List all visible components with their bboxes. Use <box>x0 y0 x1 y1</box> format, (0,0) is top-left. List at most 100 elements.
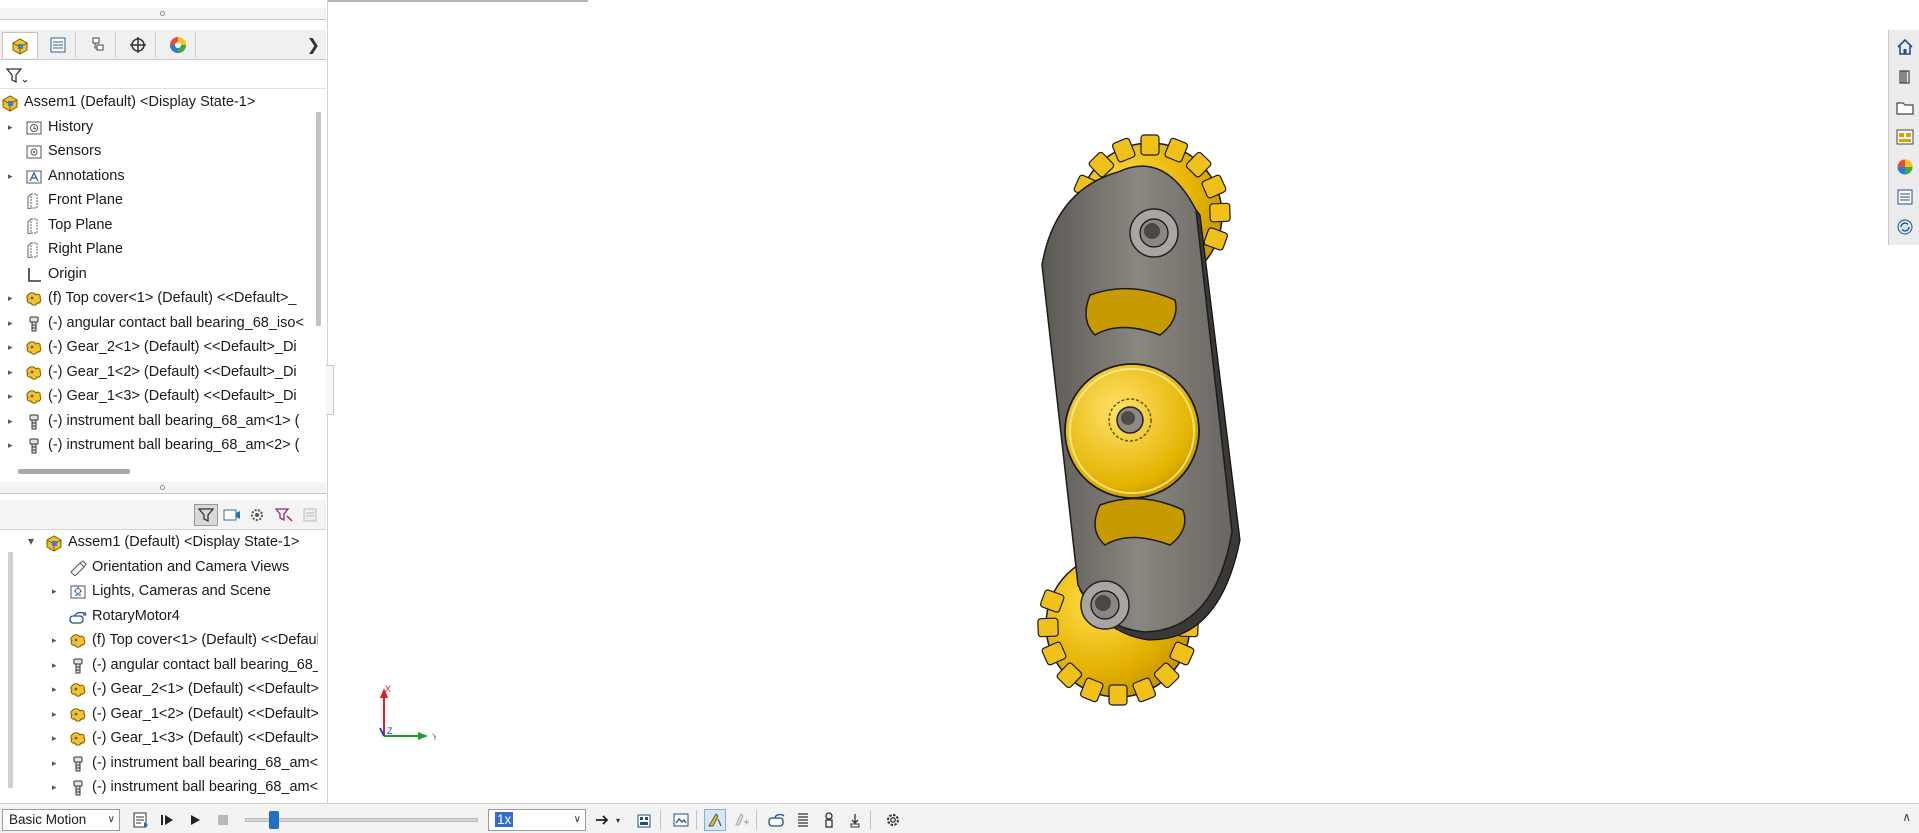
gravity-button[interactable] <box>844 809 866 831</box>
tree-item[interactable]: ▸ (-) angular contact ball bearing_68_iso… <box>0 312 318 336</box>
motion-tree-vscroll[interactable] <box>8 552 13 788</box>
spring-button[interactable] <box>792 809 814 831</box>
tree-item[interactable]: Sensors <box>0 140 318 164</box>
view-triad[interactable]: X Y Z <box>376 684 436 744</box>
tree-item[interactable]: ▸ (-) Gear_1<3> (Default) <<Default>_Di <box>0 385 318 409</box>
expand-arrow-icon[interactable]: ▸ <box>8 367 18 377</box>
expand-arrow-icon[interactable]: ▸ <box>52 684 62 694</box>
tree-item[interactable]: ▸ (-) instrument ball bearing_68_am<1> ( <box>0 410 318 434</box>
tree-item[interactable]: Origin <box>0 263 318 287</box>
rotary-motor-icon <box>68 607 88 627</box>
expand-arrow-icon[interactable]: ▸ <box>52 709 62 719</box>
expand-arrow-icon[interactable]: ▸ <box>8 342 18 352</box>
playback-slider-thumb[interactable] <box>269 811 279 829</box>
design-library-icon[interactable] <box>1894 66 1916 88</box>
collapse-arrow-icon[interactable]: ▾ <box>28 534 38 548</box>
expand-arrow-icon[interactable]: ▸ <box>52 782 62 792</box>
panel-splitter-mid[interactable] <box>0 482 326 494</box>
chevron-down-icon: ∨ <box>573 814 581 825</box>
motion-study-properties-button[interactable] <box>882 809 904 831</box>
tree-item[interactable]: Orientation and Camera Views <box>0 556 318 580</box>
expand-arrow-icon[interactable]: ▸ <box>8 293 18 303</box>
tree-item[interactable]: ▸ (f) Top cover<1> (Default) <<Default> <box>0 629 318 653</box>
tree-item[interactable]: ▸ (f) Top cover<1> (Default) <<Default>_ <box>0 287 318 311</box>
tab-property-manager[interactable] <box>40 32 76 58</box>
expand-arrow-icon[interactable]: ▸ <box>8 416 18 426</box>
play-button[interactable] <box>184 809 206 831</box>
tree-item[interactable]: ▸ (-) Gear_1<3> (Default) <<Default> <box>0 727 318 751</box>
tree-root-item[interactable]: Assem1 (Default) <Display State-1> <box>0 91 318 115</box>
view-palette-icon[interactable] <box>1894 126 1916 148</box>
animation-wizard-button[interactable] <box>670 809 692 831</box>
tab-dimxpert-manager[interactable] <box>120 32 156 58</box>
tree-item[interactable]: ▸ (-) Gear_1<2> (Default) <<Default> <box>0 703 318 727</box>
panel-splitter-top[interactable] <box>0 8 326 20</box>
tab-configuration-manager[interactable] <box>80 32 116 58</box>
motor-icon <box>768 813 785 827</box>
tree-item[interactable]: ▸ (-) Gear_1<2> (Default) <<Default>_Di <box>0 361 318 385</box>
feature-tree-vscroll[interactable] <box>316 112 321 326</box>
tab-feature-manager[interactable] <box>2 32 38 58</box>
tree-item[interactable]: ▸ (-) angular contact ball bearing_68_ <box>0 654 318 678</box>
home-icon[interactable] <box>1894 36 1916 58</box>
tree-root-item[interactable]: ▾ Assem1 (Default) <Display State-1> <box>0 531 318 555</box>
collapse-chevron-icon[interactable]: ∧ <box>1902 810 1911 824</box>
playback-speed-select[interactable]: 1x ∨ <box>488 809 586 831</box>
tab-display-manager[interactable] <box>160 32 196 58</box>
tree-item[interactable]: ▸ Lights, Cameras and Scene <box>0 580 318 604</box>
filter-selected-button[interactable] <box>272 504 296 526</box>
study-type-select[interactable]: Basic Motion ∨ <box>2 809 120 831</box>
stop-button[interactable] <box>212 809 234 831</box>
tree-filter-row[interactable] <box>0 61 326 89</box>
expand-arrow-icon[interactable]: ▸ <box>8 318 18 328</box>
expand-arrow-icon[interactable]: ▸ <box>8 122 18 132</box>
save-animation-button[interactable] <box>634 809 656 831</box>
splitter-grip[interactable] <box>160 11 165 16</box>
tab-overflow-arrow-icon[interactable]: ❯ <box>307 35 320 55</box>
add-key-button[interactable] <box>730 809 752 831</box>
playback-mode-dropdown[interactable]: ▾ <box>612 809 624 831</box>
file-explorer-icon[interactable] <box>1894 96 1916 118</box>
calculate-button[interactable] <box>130 809 152 831</box>
feature-tree-hscroll[interactable] <box>18 469 130 474</box>
tree-item[interactable]: Front Plane <box>0 189 318 213</box>
expand-arrow-icon[interactable]: ▸ <box>8 171 18 181</box>
expand-arrow-icon[interactable]: ▸ <box>52 586 62 596</box>
tree-item[interactable]: ▸Top cover<2> (Default) <<Default>_Di <box>0 459 318 464</box>
gear-assembly-model[interactable] <box>1000 120 1300 720</box>
expand-arrow-icon[interactable]: ▸ <box>8 440 18 450</box>
contact-button[interactable] <box>818 809 840 831</box>
tree-item[interactable]: ▸ Annotations <box>0 165 318 189</box>
filter-driving-button[interactable] <box>246 504 270 526</box>
tree-item[interactable]: ▸ (-) instrument ball bearing_68_am<. <box>0 776 318 800</box>
motion-filter-button[interactable] <box>194 504 218 526</box>
playback-mode-button[interactable] <box>592 809 614 831</box>
expand-arrow-icon[interactable]: ▸ <box>52 758 62 768</box>
filter-results-button[interactable] <box>298 504 322 526</box>
expand-arrow-icon[interactable]: ▸ <box>52 635 62 645</box>
gear-tooth <box>1108 684 1128 706</box>
tree-item-label: (-) Gear_2<1> (Default) <<Default> <box>92 681 318 697</box>
splitter-grip[interactable] <box>160 485 165 490</box>
custom-properties-icon[interactable] <box>1894 186 1916 208</box>
tree-item[interactable]: ▸ (-) instrument ball bearing_68_am<2> ( <box>0 434 318 458</box>
tree-item[interactable]: RotaryMotor4 <box>0 605 318 629</box>
tree-item[interactable]: ▸ (-) instrument ball bearing_68_am< <box>0 752 318 776</box>
tree-item[interactable]: ▸ History <box>0 116 318 140</box>
appearances-icon[interactable] <box>1894 156 1916 178</box>
panel-collapse-handle[interactable] <box>326 365 334 415</box>
filter-animated-button[interactable] <box>220 504 244 526</box>
expand-arrow-icon[interactable]: ▸ <box>8 391 18 401</box>
play-from-start-button[interactable] <box>156 809 178 831</box>
motor-button[interactable] <box>766 809 788 831</box>
tree-item[interactable]: Top Plane <box>0 214 318 238</box>
tree-item[interactable]: ▸ (-) Gear_2<1> (Default) <<Default> <box>0 678 318 702</box>
playback-slider-track[interactable] <box>245 818 478 822</box>
autokey-button[interactable] <box>704 809 726 831</box>
expand-arrow-icon[interactable]: ▸ <box>52 660 62 670</box>
tree-item[interactable]: Right Plane <box>0 238 318 262</box>
tree-item[interactable]: ▸ (-) Gear_2<1> (Default) <<Default>_Di <box>0 336 318 360</box>
solidworks-resources-icon[interactable] <box>1894 216 1916 238</box>
filter-icon[interactable] <box>5 67 28 89</box>
expand-arrow-icon[interactable]: ▸ <box>52 733 62 743</box>
